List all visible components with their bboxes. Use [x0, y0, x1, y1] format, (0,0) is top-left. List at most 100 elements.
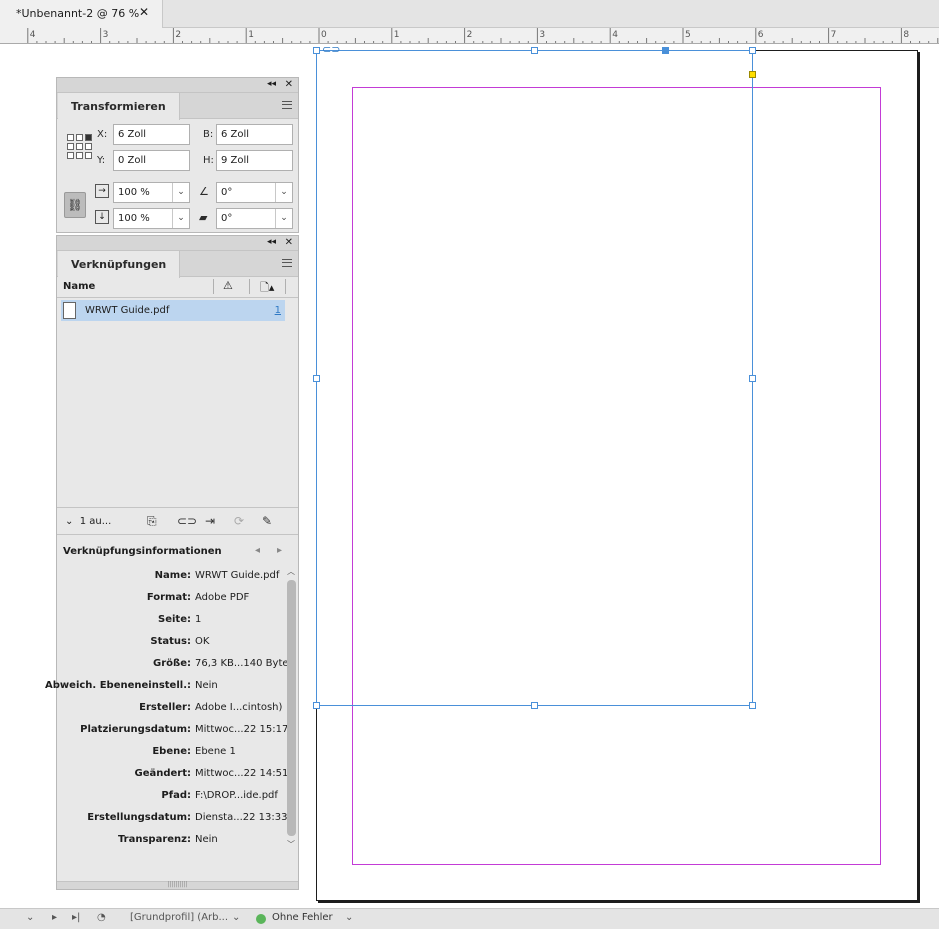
warning-icon[interactable]: ⚠	[223, 279, 233, 292]
info-row: Ebene: Ebene 1	[57, 742, 283, 764]
frame-handle-middle-left[interactable]	[313, 375, 320, 382]
chevron-down-icon[interactable]: ⌄	[172, 209, 189, 228]
relink-from-cc-icon[interactable]: ⎘	[147, 514, 157, 529]
frame-handle-bottom-center[interactable]	[531, 702, 538, 709]
shear-value: 0°	[221, 213, 233, 224]
page-dropdown-icon[interactable]: ⌄	[26, 912, 34, 923]
placed-pdf-frame[interactable]	[316, 50, 753, 706]
info-value: Adobe I...cintosh)	[195, 702, 283, 713]
panel-resize-grip[interactable]: ||||||||||	[57, 881, 298, 889]
x-label: X:	[97, 129, 108, 140]
chevron-down-icon[interactable]: ⌄	[232, 912, 240, 923]
chevron-down-icon[interactable]: ⌄	[275, 183, 292, 202]
panel-header-bar: ◂◂ ✕	[57, 78, 298, 93]
panel-tab-row: Transformieren	[57, 93, 298, 120]
height-label: H:	[203, 155, 214, 166]
close-panel-icon[interactable]: ✕	[285, 237, 293, 248]
scrollbar-thumb[interactable]	[287, 580, 296, 836]
close-panel-icon[interactable]: ✕	[285, 79, 293, 90]
horizontal-ruler[interactable]: 4 3 2 1 0 1 2 3 4 5 6 7 8	[0, 28, 939, 44]
info-scrollbar[interactable]: ︿ ﹀	[286, 566, 297, 850]
content-grabber-handle[interactable]	[662, 47, 669, 54]
info-key: Platzierungsdatum:	[80, 724, 191, 735]
edit-original-icon[interactable]: ✎	[262, 514, 272, 528]
last-page-icon[interactable]: ▸|	[72, 912, 80, 923]
ruler-label: 7	[831, 30, 837, 40]
links-panel: ◂◂ ✕ Verknüpfungen Name ⚠ 🗋▴ WRWT Guide.…	[45, 235, 299, 890]
info-row: Seite: 1	[57, 610, 283, 632]
x-position-field[interactable]: 6 Zoll	[113, 124, 190, 145]
chevron-down-icon[interactable]: ⌄	[345, 912, 353, 923]
rotation-dropdown[interactable]: 0° ⌄	[216, 182, 293, 203]
preflight-status-text: Ohne Fehler	[272, 912, 333, 923]
tab-links[interactable]: Verknüpfungen	[58, 251, 181, 278]
chevron-down-icon[interactable]: ⌄	[275, 209, 292, 228]
transform-panel: ◂◂ ✕ Transformieren X: 6 Zoll Y: 0 Zoll …	[56, 77, 299, 233]
preflight-profile[interactable]: [Grundprofil] (Arb...	[130, 912, 228, 923]
tab-transform[interactable]: Transformieren	[58, 93, 180, 120]
go-to-link-icon[interactable]: ⇥	[205, 514, 215, 528]
links-toolbar: ⌄ 1 au... ⎘ ⊂⊃ ⇥ ⟳ ✎	[57, 507, 298, 535]
page-sort-icon[interactable]: 🗋▴	[260, 279, 274, 298]
ruler-label: 1	[248, 30, 254, 40]
constrain-proportions-icon[interactable]: ⛓	[64, 192, 86, 218]
link-info-title[interactable]: Verknüpfungsinformationen	[63, 546, 222, 557]
info-key: Erstellungsdatum:	[87, 812, 191, 823]
frame-handle-middle-right[interactable]	[749, 375, 756, 382]
reference-point-icon[interactable]	[67, 134, 93, 160]
width-field[interactable]: 6 Zoll	[216, 124, 293, 145]
panel-menu-icon[interactable]	[282, 259, 292, 267]
link-icon[interactable]: ⊂⊃	[322, 44, 340, 55]
previous-icon[interactable]: ◂	[255, 545, 260, 556]
info-key: Geändert:	[134, 768, 191, 779]
y-position-field[interactable]: 0 Zoll	[113, 150, 190, 171]
chevron-down-icon[interactable]: ⌄	[172, 183, 189, 202]
info-value: WRWT Guide.pdf	[195, 570, 280, 581]
column-name[interactable]: Name	[63, 281, 95, 292]
status-bar: ⌄ ▸ ▸| ◔ [Grundprofil] (Arb... ⌄ Ohne Fe…	[0, 908, 939, 929]
corner-options-handle[interactable]	[749, 71, 756, 78]
document-tab-title: *Unbenannt-2 @ 76 %	[16, 7, 140, 20]
scale-y-dropdown[interactable]: 100 % ⌄	[113, 208, 190, 229]
scroll-up-icon[interactable]: ︿	[287, 566, 295, 577]
close-tab-icon[interactable]: ✕	[139, 5, 149, 19]
info-value: F:\DROP...ide.pdf	[195, 790, 278, 801]
frame-handle-top-right[interactable]	[749, 47, 756, 54]
frame-handle-top-center[interactable]	[531, 47, 538, 54]
frame-handle-top-left[interactable]	[313, 47, 320, 54]
document-tab[interactable]: *Unbenannt-2 @ 76 % ✕	[0, 0, 163, 28]
shear-dropdown[interactable]: 0° ⌄	[216, 208, 293, 229]
info-row: Format: Adobe PDF	[57, 588, 283, 610]
info-row: Abweich. Ebeneneinstell.: Nein	[45, 676, 283, 698]
link-page-number[interactable]: 1	[275, 305, 281, 316]
collapse-icon[interactable]: ◂◂	[267, 237, 276, 247]
scale-x-value: 100 %	[118, 187, 150, 198]
scale-x-dropdown[interactable]: 100 % ⌄	[113, 182, 190, 203]
next-page-icon[interactable]: ▸	[52, 912, 57, 923]
relink-icon[interactable]: ⊂⊃	[177, 514, 197, 528]
height-field[interactable]: 9 Zoll	[216, 150, 293, 171]
info-key: Pfad:	[161, 790, 191, 801]
selection-toggle[interactable]: ⌄ 1 au...	[65, 516, 111, 527]
panel-menu-icon[interactable]	[282, 101, 292, 109]
info-key: Name:	[154, 570, 191, 581]
preflight-status-icon	[256, 914, 266, 924]
info-key: Format:	[146, 592, 191, 603]
info-row: Transparenz: Nein	[57, 830, 283, 852]
scroll-down-icon[interactable]: ﹀	[287, 839, 295, 850]
list-item[interactable]: WRWT Guide.pdf 1	[61, 300, 285, 321]
info-row: Platzierungsdatum: Mittwoc...22 15:17	[57, 720, 288, 742]
frame-handle-bottom-left[interactable]	[313, 702, 320, 709]
info-key: Seite:	[158, 614, 191, 625]
link-info-header: Verknüpfungsinformationen ◂ ▸	[57, 536, 298, 566]
link-file-name: WRWT Guide.pdf	[85, 305, 170, 316]
next-icon[interactable]: ▸	[277, 545, 282, 556]
ruler-label: 4	[612, 30, 618, 40]
scale-y-value: 100 %	[118, 213, 150, 224]
collapse-icon[interactable]: ◂◂	[267, 79, 276, 89]
info-value: OK	[195, 636, 210, 647]
open-document-icon[interactable]: ◔	[97, 912, 106, 923]
ruler-label: 3	[103, 30, 109, 40]
update-link-icon[interactable]: ⟳	[234, 514, 244, 528]
frame-handle-bottom-right[interactable]	[749, 702, 756, 709]
